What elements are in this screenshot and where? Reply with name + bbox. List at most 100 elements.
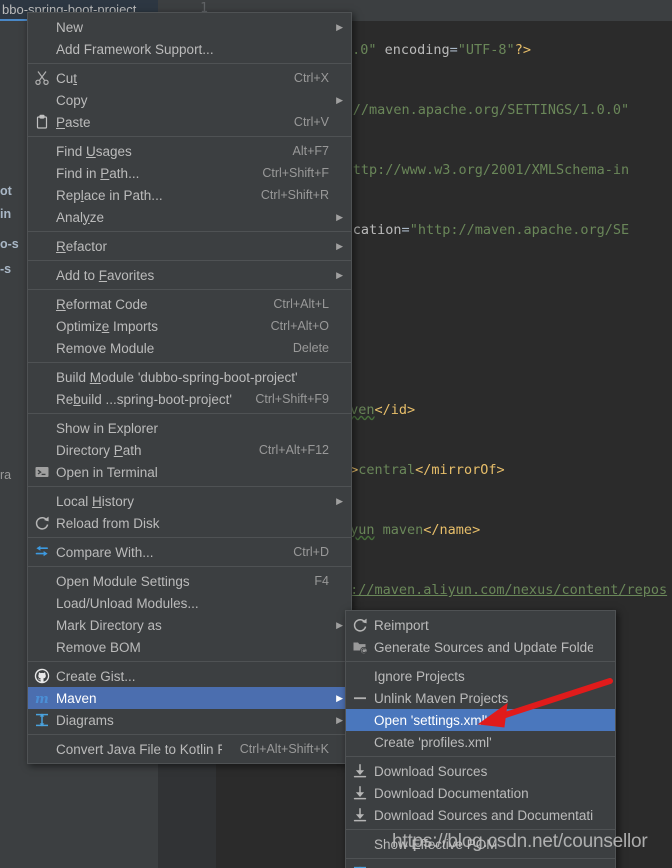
menu-item-label: Build Module 'dubbo-spring-boot-project'	[56, 369, 298, 385]
menu-item-label: Remove Module	[56, 340, 155, 356]
menu-item-unlink-maven-projects[interactable]: Unlink Maven Projects	[346, 687, 615, 709]
menu-item-label: Local History	[56, 493, 135, 509]
menu-item-copy[interactable]: Copy ▶	[28, 89, 351, 111]
tree-item-fragment[interactable]: ra	[0, 468, 11, 482]
menu-item-shortcut: Ctrl+Alt+F12	[258, 443, 329, 457]
no-icon	[28, 163, 56, 183]
folder-refresh-icon	[346, 637, 374, 657]
menu-item-open-in-terminal[interactable]: Open in Terminal	[28, 461, 351, 483]
no-icon	[28, 615, 56, 635]
menu-item-remove-module[interactable]: Remove Module Delete	[28, 337, 351, 359]
menu-separator	[28, 362, 351, 363]
no-icon	[346, 710, 374, 730]
menu-item-label: Analyze	[56, 209, 105, 225]
menu-item-label: Find in Path...	[56, 165, 140, 181]
menu-item-maven[interactable]: m Maven ▶	[28, 687, 351, 709]
menu-item-shortcut: Ctrl+Alt+Shift+K	[239, 742, 329, 756]
menu-item-remove-bom[interactable]: Remove BOM	[28, 636, 351, 658]
menu-item-cut[interactable]: Cut Ctrl+X	[28, 67, 351, 89]
menu-item-analyze[interactable]: Analyze ▶	[28, 206, 351, 228]
no-icon	[28, 185, 56, 205]
menu-item-directory-path[interactable]: Directory Path Ctrl+Alt+F12	[28, 439, 351, 461]
menu-separator	[346, 829, 615, 830]
menu-item-load-unload-modules[interactable]: Load/Unload Modules...	[28, 592, 351, 614]
maven-icon: m	[28, 688, 56, 708]
menu-item-label: Reformat Code	[56, 296, 148, 312]
menu-item-download-sources-and-documentation[interactable]: Download Sources and Documentation	[346, 804, 615, 826]
menu-item-label: Unlink Maven Projects	[374, 690, 509, 706]
menu-item-download-documentation[interactable]: Download Documentation	[346, 782, 615, 804]
no-icon	[28, 491, 56, 511]
menu-item-add-to-favorites[interactable]: Add to Favorites ▶	[28, 264, 351, 286]
menu-item-ignore-projects[interactable]: Ignore Projects	[346, 665, 615, 687]
menu-item-shortcut: Ctrl+D	[293, 545, 329, 559]
menu-item-paste[interactable]: Paste Ctrl+V	[28, 111, 351, 133]
menu-item-shortcut: Ctrl+Alt+L	[273, 297, 329, 311]
menu-item-mark-directory-as[interactable]: Mark Directory as ▶	[28, 614, 351, 636]
menu-item-label: Find Usages	[56, 143, 132, 159]
menu-item-reimport[interactable]: Reimport	[346, 614, 615, 636]
menu-item-local-history[interactable]: Local History ▶	[28, 490, 351, 512]
menu-item-build-module-dubbo-spring-boot-project[interactable]: Build Module 'dubbo-spring-boot-project'	[28, 366, 351, 388]
download-icon	[346, 783, 374, 803]
no-icon	[28, 367, 56, 387]
menu-item-create-gist[interactable]: Create Gist...	[28, 665, 351, 687]
menu-item-reload-from-disk[interactable]: Reload from Disk	[28, 512, 351, 534]
menu-separator	[28, 486, 351, 487]
refresh-icon	[346, 615, 374, 635]
download-icon	[346, 805, 374, 825]
no-icon	[28, 316, 56, 336]
ide-window: ot in o-s -s ra bbo-spring-boot-project …	[0, 0, 672, 868]
tree-item-fragment[interactable]: o-s	[0, 237, 19, 251]
menu-item-show-in-explorer[interactable]: Show in Explorer	[28, 417, 351, 439]
tree-item-fragment[interactable]: -s	[0, 262, 11, 276]
menu-item-find-usages[interactable]: Find Usages Alt+F7	[28, 140, 351, 162]
menu-item-open-settings-xml[interactable]: Open 'settings.xml'	[346, 709, 615, 731]
menu-item-label: Create 'profiles.xml'	[374, 734, 492, 750]
menu-item-label: Reimport	[374, 617, 429, 633]
menu-item-convert-java-file-to-kotlin-file[interactable]: Convert Java File to Kotlin File Ctrl+Alt…	[28, 738, 351, 760]
menu-item-shortcut: Ctrl+Shift+F	[262, 166, 329, 180]
submenu-chevron-icon: ▶	[336, 269, 343, 280]
diagram-icon	[346, 863, 374, 868]
menu-item-refactor[interactable]: Refactor ▶	[28, 235, 351, 257]
no-icon	[28, 571, 56, 591]
no-icon	[346, 666, 374, 686]
no-icon	[28, 739, 56, 759]
menu-item-reformat-code[interactable]: Reformat Code Ctrl+Alt+L	[28, 293, 351, 315]
menu-item-label: Open in Terminal	[56, 464, 158, 480]
module-context-menu[interactable]: New ▶ Add Framework Support... Cut Ctrl+X Cop…	[27, 12, 352, 764]
menu-item-label: Paste	[56, 114, 91, 130]
menu-item-optimize-imports[interactable]: Optimize Imports Ctrl+Alt+O	[28, 315, 351, 337]
menu-item-replace-in-path[interactable]: Replace in Path... Ctrl+Shift+R	[28, 184, 351, 206]
menu-item-generate-sources-and-update-folders[interactable]: Generate Sources and Update Folders	[346, 636, 615, 658]
no-icon	[28, 236, 56, 256]
menu-item-show-diagram[interactable]: Show Diagram...	[346, 862, 615, 868]
menu-item-compare-with[interactable]: Compare With... Ctrl+D	[28, 541, 351, 563]
menu-separator	[28, 136, 351, 137]
menu-item-download-sources[interactable]: Download Sources	[346, 760, 615, 782]
menu-item-open-module-settings[interactable]: Open Module Settings F4	[28, 570, 351, 592]
menu-item-label: Open 'settings.xml'	[374, 712, 488, 728]
menu-item-create-profiles-xml[interactable]: Create 'profiles.xml'	[346, 731, 615, 753]
maven-submenu[interactable]: Reimport Generate Sources and Update Fold…	[345, 610, 616, 868]
menu-item-label: Generate Sources and Update Folders	[374, 639, 593, 655]
tree-item-fragment[interactable]: ot	[0, 184, 12, 198]
menu-item-label: Reload from Disk	[56, 515, 160, 531]
clipboard-icon	[28, 112, 56, 132]
menu-item-shortcut: Ctrl+Alt+O	[270, 319, 329, 333]
menu-item-add-framework-support[interactable]: Add Framework Support...	[28, 38, 351, 60]
menu-item-find-in-path[interactable]: Find in Path... Ctrl+Shift+F	[28, 162, 351, 184]
no-icon	[28, 265, 56, 285]
tree-item-fragment[interactable]: in	[0, 207, 11, 221]
menu-item-label: Compare With...	[56, 544, 154, 560]
no-icon	[28, 294, 56, 314]
menu-item-new[interactable]: New ▶	[28, 16, 351, 38]
menu-separator	[28, 289, 351, 290]
menu-item-label: Ignore Projects	[374, 668, 465, 684]
menu-item-rebuild-spring-boot-project[interactable]: Rebuild ...spring-boot-project' Ctrl+Shif…	[28, 388, 351, 410]
menu-item-shortcut: Ctrl+Shift+F9	[255, 392, 329, 406]
menu-item-diagrams[interactable]: Diagrams ▶	[28, 709, 351, 731]
refresh-icon	[28, 513, 56, 533]
menu-item-label: Cut	[56, 70, 78, 86]
